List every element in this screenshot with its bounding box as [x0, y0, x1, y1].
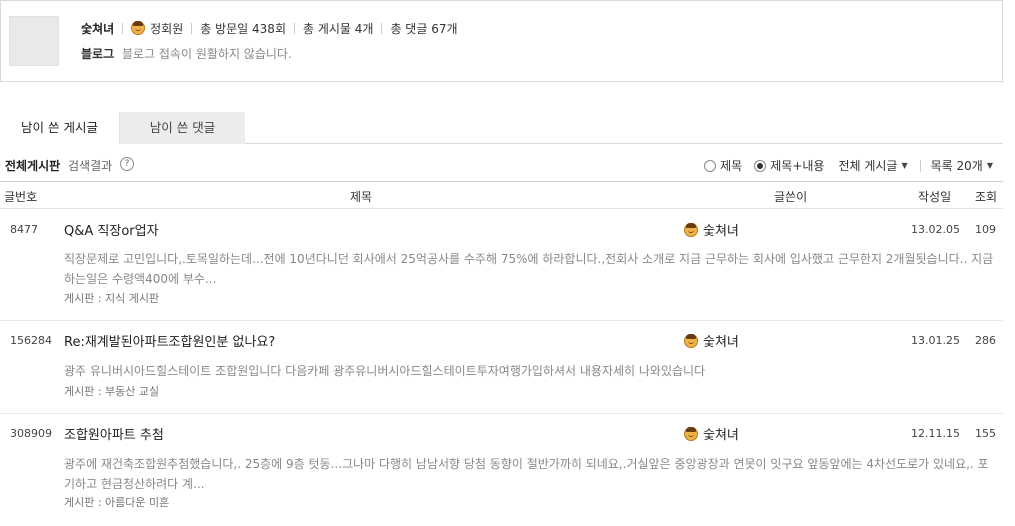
post-title-link[interactable]: Re:재계발된아파트조합원인분 없나요? [64, 331, 275, 350]
board-header: 전체게시판 검색결과 ? 제목 제목+내용 전체 게시글 ▼ 목록 20개 ▼ [0, 152, 1003, 180]
divider [122, 22, 124, 34]
divider [381, 22, 383, 34]
post-author[interactable]: 숯쳐녀 [684, 220, 739, 239]
post-date: 13.02.05 [911, 223, 960, 236]
board-select-dropdown[interactable]: 전체 게시글 ▼ [838, 157, 907, 174]
post-board[interactable]: 게시판 : 지식 게시판 [64, 290, 159, 306]
tab-others-comments[interactable]: 남이 쓴 댓글 [119, 112, 245, 144]
blog-message: 블로그 접속이 원활하지 않습니다. [121, 47, 292, 61]
divider [919, 159, 921, 172]
member-face-icon [131, 21, 146, 35]
filter-title-content-radio[interactable]: 제목+내용 [754, 157, 824, 174]
post-views: 155 [975, 427, 996, 440]
author-name: 숯쳐녀 [703, 224, 739, 239]
member-face-icon [684, 426, 698, 441]
table-header: 글번호 제목 글쓴이 작성일 조회 [0, 181, 1003, 209]
help-icon[interactable]: ? [120, 157, 134, 171]
author-name: 숯쳐녀 [703, 335, 739, 350]
comment-count: 총 댓글 67개 [390, 21, 458, 36]
member-grade: 정회원 [150, 21, 184, 36]
post-snippet[interactable]: 광주 유니버시아드힐스테이트 조합원입니다 다음카페 광주유니버시아드힐스테이트… [64, 361, 998, 381]
blog-label: 블로그 [81, 47, 115, 61]
tab-bar: 남이 쓴 게시글 남이 쓴 댓글 [0, 112, 1003, 144]
avatar[interactable] [9, 16, 59, 66]
post-author[interactable]: 숯쳐녀 [684, 424, 739, 443]
post-board[interactable]: 게시판 : 아름다운 미혼 [64, 494, 169, 510]
col-views: 조회 [975, 190, 998, 204]
tab-others-posts[interactable]: 남이 쓴 게시글 [0, 112, 119, 144]
member-face-icon [684, 333, 698, 348]
post-date: 12.11.15 [911, 427, 960, 440]
radio-selected-icon [754, 159, 767, 172]
author-name: 숯쳐녀 [703, 428, 739, 443]
post-number: 308909 [10, 427, 52, 440]
table-row: 156284 Re:재계발된아파트조합원인분 없나요? 숯쳐녀 13.01.25… [0, 321, 1003, 414]
divider [191, 22, 193, 34]
filter-title-radio[interactable]: 제목 [704, 157, 742, 174]
post-snippet[interactable]: 직장문제로 고민입니다,.토목일하는데...전에 10년다니던 회사에서 25억… [64, 249, 998, 289]
col-title: 제목 [350, 190, 373, 204]
post-title-link[interactable]: Q&A 직장or업자 [64, 220, 159, 239]
table-row: 8477 Q&A 직장or업자 숯쳐녀 13.02.05 109 직장문제로 고… [0, 210, 1003, 321]
post-author[interactable]: 숯쳐녀 [684, 331, 739, 350]
profile-box: 숯쳐녀 정회원 총 방문일 438회 총 게시물 4개 총 댓글 67개 블로그… [0, 0, 1003, 82]
board-title: 전체게시판 [5, 159, 61, 173]
profile-summary: 숯쳐녀 정회원 총 방문일 438회 총 게시물 4개 총 댓글 67개 [81, 19, 458, 37]
table-row: 308909 조합원아파트 추첨 숯쳐녀 12.11.15 155 광주에 재건… [0, 414, 1003, 526]
filter-title-label: 제목 [720, 159, 743, 173]
radio-icon [704, 159, 717, 172]
post-number: 8477 [10, 223, 38, 236]
profile-nickname[interactable]: 숯쳐녀 [81, 20, 114, 37]
page-size-value: 목록 20개 [930, 159, 983, 173]
post-number: 156284 [10, 334, 52, 347]
col-num: 글번호 [4, 190, 38, 204]
filter-title-content-label: 제목+내용 [770, 159, 825, 173]
board-select-value: 전체 게시글 [838, 159, 898, 173]
post-views: 109 [975, 223, 996, 236]
post-count: 총 게시물 4개 [302, 21, 374, 36]
search-filters: 제목 제목+내용 전체 게시글 ▼ 목록 20개 ▼ [692, 157, 993, 174]
post-views: 286 [975, 334, 996, 347]
blog-status: 블로그 블로그 접속이 원활하지 않습니다. [81, 45, 292, 62]
divider [293, 22, 295, 34]
visit-count: 총 방문일 438회 [200, 21, 286, 36]
post-board[interactable]: 게시판 : 부동산 교실 [64, 383, 159, 399]
col-date: 작성일 [918, 190, 952, 204]
page-size-dropdown[interactable]: 목록 20개 ▼ [931, 157, 993, 174]
caret-down-icon: ▼ [986, 161, 993, 170]
post-date: 13.01.25 [911, 334, 960, 347]
post-snippet[interactable]: 광주에 재건축조합원추첨했습니다,. 25층에 9층 텃동...그나마 다행히 … [64, 454, 998, 494]
member-face-icon [684, 222, 698, 237]
caret-down-icon: ▼ [901, 161, 908, 170]
board-subtitle: 검색결과 [68, 159, 113, 173]
post-title-link[interactable]: 조합원아파트 추첨 [64, 424, 164, 443]
col-author: 글쓴이 [774, 190, 808, 204]
